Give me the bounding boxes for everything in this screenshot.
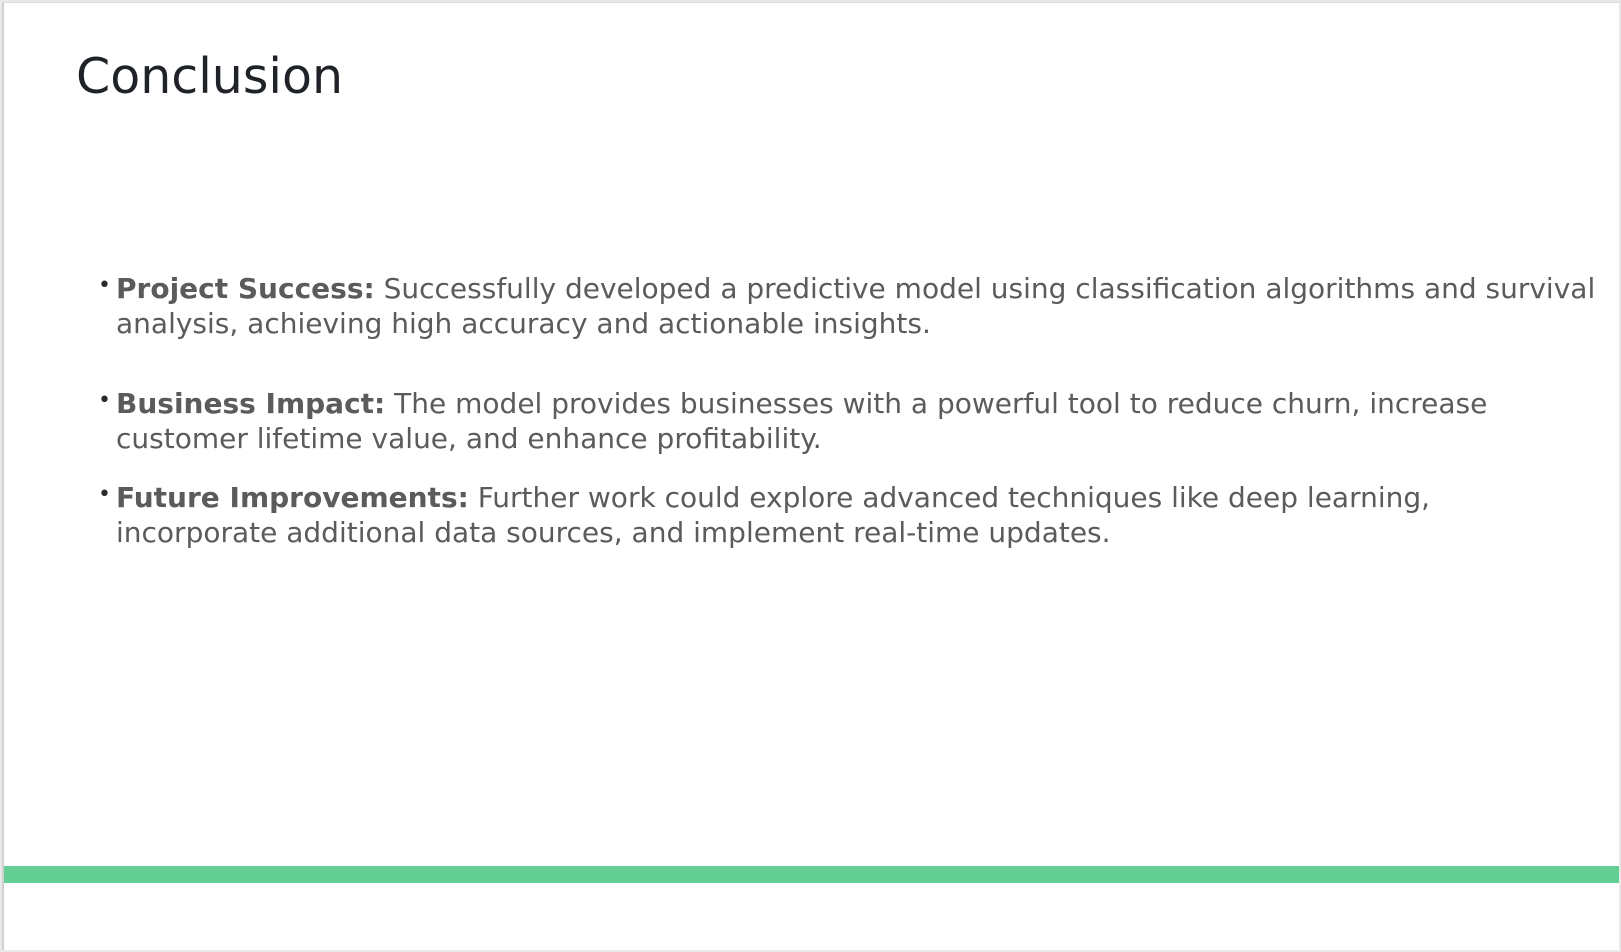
bullet-dot-icon: •	[98, 273, 111, 298]
bullet-project-success: • Project Success: Successfully develope…	[98, 271, 1598, 341]
bullet-dot-icon: •	[98, 388, 111, 413]
bullet-heading: Business Impact:	[116, 387, 386, 420]
bullet-list: • Project Success: Successfully develope…	[98, 271, 1598, 550]
bullet-business-impact: • Business Impact: The model provides bu…	[98, 386, 1598, 456]
bullet-future-improvements: • Future Improvements: Further work coul…	[98, 480, 1598, 550]
slide: Conclusion • Project Success: Successful…	[2, 2, 1619, 950]
bullet-heading: Project Success:	[116, 272, 375, 305]
bullet-heading: Future Improvements:	[116, 481, 469, 514]
footer-accent-bar	[4, 866, 1619, 883]
slide-title: Conclusion	[76, 48, 344, 105]
bullet-dot-icon: •	[98, 482, 111, 507]
